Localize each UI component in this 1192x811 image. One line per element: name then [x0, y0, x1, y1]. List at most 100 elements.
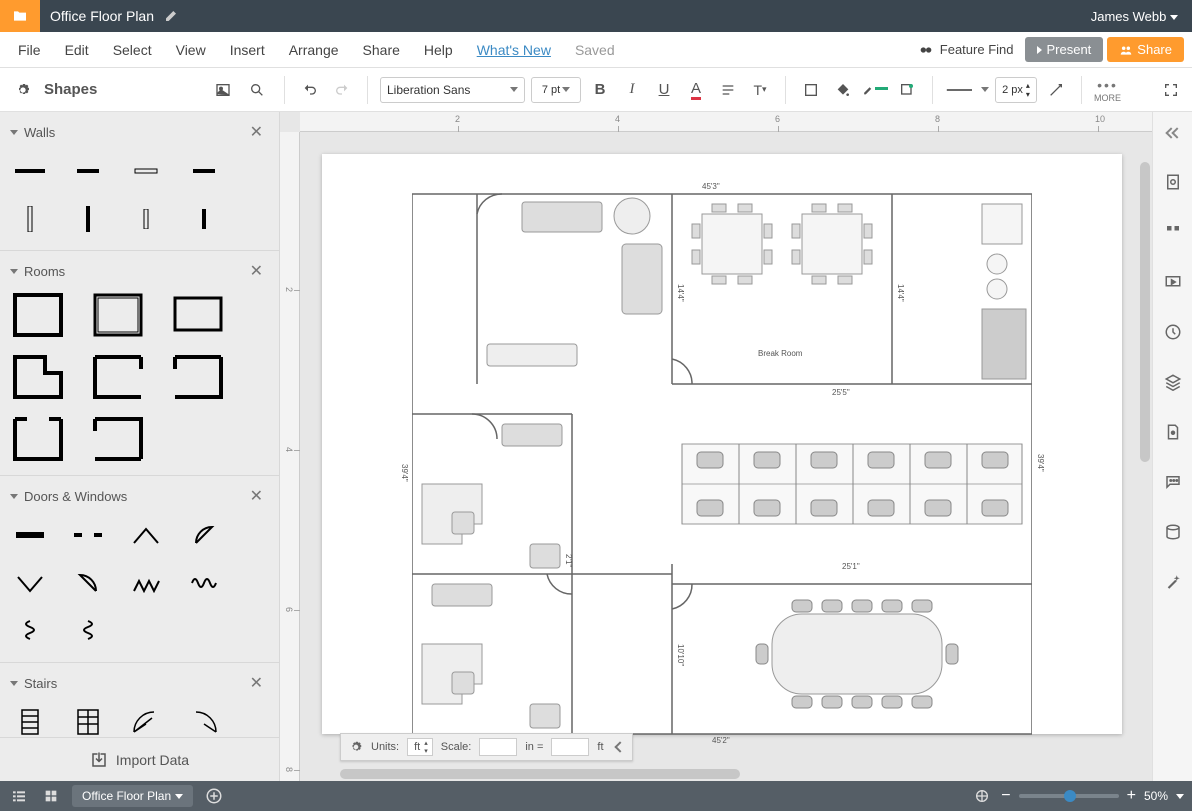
room-shape[interactable]	[10, 291, 66, 339]
more-button[interactable]: •••MORE	[1094, 77, 1121, 103]
room-shape[interactable]	[90, 415, 146, 463]
room-shape[interactable]	[90, 291, 146, 339]
connector-icon[interactable]	[1043, 77, 1069, 103]
line-width-input[interactable]: 2 px▴▾	[995, 77, 1037, 103]
shape-outline-icon[interactable]	[798, 77, 824, 103]
menu-view[interactable]: View	[166, 36, 216, 64]
door-shape[interactable]	[10, 612, 50, 650]
folder-icon[interactable]	[0, 0, 40, 32]
close-icon[interactable]: ✕	[250, 486, 263, 506]
menu-whats-new[interactable]: What's New	[467, 36, 561, 64]
chat-icon[interactable]	[1159, 468, 1187, 496]
canvas-page[interactable]: 45'3" Break Room 25'5" 39'4" 39'4" 14'4"…	[322, 154, 1122, 734]
zoom-slider[interactable]	[1019, 794, 1119, 798]
close-icon[interactable]: ✕	[250, 122, 263, 142]
zoom-out-icon[interactable]: −	[1001, 787, 1010, 805]
room-shape[interactable]	[170, 291, 226, 339]
menu-share[interactable]: Share	[353, 36, 410, 64]
menu-edit[interactable]: Edit	[55, 36, 99, 64]
room-shape[interactable]	[90, 353, 146, 401]
menu-file[interactable]: File	[8, 36, 51, 64]
door-shape[interactable]	[10, 564, 50, 602]
search-icon[interactable]	[244, 77, 270, 103]
underline-icon[interactable]: U	[651, 77, 677, 103]
collapse-scalebar-icon[interactable]	[614, 741, 625, 752]
redo-icon[interactable]	[329, 77, 355, 103]
stair-shape[interactable]	[68, 703, 108, 737]
ruler-horizontal[interactable]: 2 4 6 8 10	[300, 112, 1152, 132]
line-style-icon[interactable]	[945, 77, 989, 103]
fill-icon[interactable]	[830, 77, 856, 103]
zoom-level[interactable]: 50%	[1144, 789, 1168, 803]
door-shape[interactable]	[68, 612, 108, 650]
add-page-icon[interactable]	[203, 785, 225, 807]
page-settings-icon[interactable]	[1159, 168, 1187, 196]
user-menu[interactable]: James Webb	[1077, 9, 1192, 24]
ruler-vertical[interactable]: 2 4 6 8	[280, 132, 300, 781]
scrollbar-horizontal[interactable]	[300, 767, 1122, 781]
present-button[interactable]: Present	[1025, 37, 1103, 62]
menu-arrange[interactable]: Arrange	[279, 36, 349, 64]
scrollbar-vertical[interactable]	[1138, 132, 1152, 767]
menu-select[interactable]: Select	[103, 36, 162, 64]
wall-shape[interactable]	[184, 200, 224, 238]
document-icon[interactable]	[1159, 418, 1187, 446]
door-shape[interactable]	[10, 516, 50, 554]
feature-find[interactable]: Feature Find	[910, 38, 1022, 62]
room-shape[interactable]	[10, 415, 66, 463]
door-shape[interactable]	[184, 516, 224, 554]
wall-shape[interactable]	[10, 200, 50, 238]
fullscreen-icon[interactable]	[1158, 77, 1184, 103]
font-size-select[interactable]: 7 pt	[531, 77, 581, 103]
comments-icon[interactable]	[1159, 218, 1187, 246]
wall-shape[interactable]	[126, 200, 166, 238]
shape-options-icon[interactable]	[894, 77, 920, 103]
room-shape[interactable]	[170, 353, 226, 401]
units-select[interactable]: ft▴▾	[407, 738, 433, 756]
section-doors-header[interactable]: Doors & Windows✕	[0, 482, 279, 510]
text-style-icon[interactable]: T▾	[747, 77, 773, 103]
edit-title-icon[interactable]	[164, 7, 180, 26]
font-select[interactable]: Liberation Sans	[380, 77, 525, 103]
text-color-icon[interactable]: A	[683, 77, 709, 103]
wall-shape[interactable]	[184, 152, 224, 190]
menu-insert[interactable]: Insert	[220, 36, 275, 64]
door-shape[interactable]	[184, 564, 224, 602]
door-shape[interactable]	[126, 564, 166, 602]
stair-shape[interactable]	[184, 703, 224, 737]
wall-shape[interactable]	[68, 152, 108, 190]
presentation-icon[interactable]	[1159, 268, 1187, 296]
zoom-in-icon[interactable]: +	[1127, 787, 1136, 805]
share-button[interactable]: Share	[1107, 37, 1184, 62]
shapes-settings-icon[interactable]	[10, 77, 36, 103]
stair-shape[interactable]	[10, 703, 50, 737]
line-color-icon[interactable]	[862, 77, 888, 103]
menu-help[interactable]: Help	[414, 36, 463, 64]
scale-input-1[interactable]	[479, 738, 517, 756]
door-shape[interactable]	[68, 564, 108, 602]
bold-icon[interactable]: B	[587, 77, 613, 103]
door-shape[interactable]	[68, 516, 108, 554]
history-icon[interactable]	[1159, 318, 1187, 346]
italic-icon[interactable]: I	[619, 77, 645, 103]
wall-shape[interactable]	[126, 152, 166, 190]
image-icon[interactable]	[210, 77, 236, 103]
align-icon[interactable]	[715, 77, 741, 103]
section-rooms-header[interactable]: Rooms✕	[0, 257, 279, 285]
layers-icon[interactable]	[1159, 368, 1187, 396]
zoom-fit-icon[interactable]	[971, 785, 993, 807]
wall-shape[interactable]	[68, 200, 108, 238]
import-data-button[interactable]: Import Data	[0, 737, 279, 781]
close-icon[interactable]: ✕	[250, 673, 263, 693]
section-walls-header[interactable]: Walls✕	[0, 118, 279, 146]
floor-plan-drawing[interactable]: 45'3" Break Room 25'5" 39'4" 39'4" 14'4"…	[412, 184, 1032, 724]
wall-shape[interactable]	[10, 152, 50, 190]
door-shape[interactable]	[126, 516, 166, 554]
grid-view-icon[interactable]	[40, 785, 62, 807]
section-stairs-header[interactable]: Stairs✕	[0, 669, 279, 697]
magic-icon[interactable]	[1159, 568, 1187, 596]
list-view-icon[interactable]	[8, 785, 30, 807]
collapse-dock-icon[interactable]	[1159, 118, 1187, 146]
scale-input-2[interactable]	[551, 738, 589, 756]
data-icon[interactable]	[1159, 518, 1187, 546]
